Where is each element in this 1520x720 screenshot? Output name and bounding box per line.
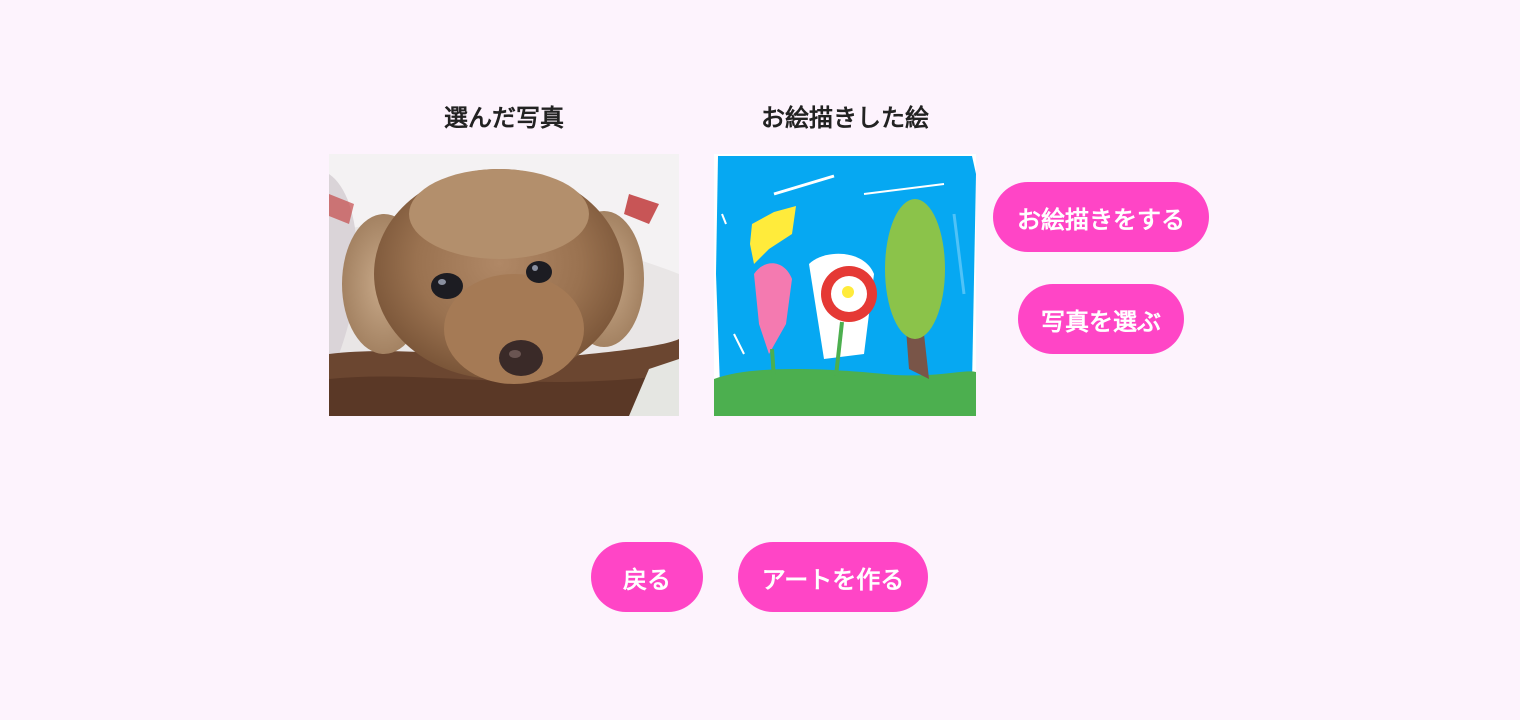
dog-photo-image: [329, 154, 679, 416]
drawing-title: お絵描きした絵: [761, 104, 929, 132]
draw-button[interactable]: お絵描きをする: [993, 182, 1209, 252]
back-button[interactable]: 戻る: [591, 542, 703, 612]
choose-photo-button[interactable]: 写真を選ぶ: [1018, 284, 1184, 354]
drawing-image: [714, 156, 976, 416]
create-art-button[interactable]: アートを作る: [738, 542, 928, 612]
selected-photo-title: 選んだ写真: [444, 104, 564, 132]
drawing-canvas: [714, 154, 976, 416]
selected-photo: [329, 154, 679, 416]
app-screen: 選んだ写真 お絵描きした絵 お絵描きをする 写真を選ぶ 戻る アートを作る: [0, 0, 1520, 720]
